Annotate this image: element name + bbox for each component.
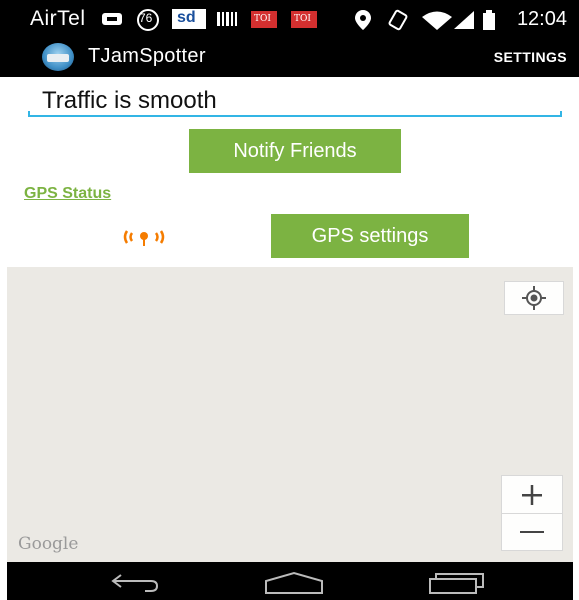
- back-icon[interactable]: [107, 571, 163, 593]
- toi-icon-1: TOI: [251, 11, 277, 28]
- battery-icon: [483, 10, 495, 30]
- gps-status-link[interactable]: GPS Status: [24, 185, 111, 203]
- map-view[interactable]: Google: [7, 267, 573, 562]
- zoom-in-button[interactable]: [501, 475, 563, 513]
- minus-icon: [520, 531, 544, 533]
- barcode-icon: [217, 12, 237, 26]
- toi-icon-2: TOI: [291, 11, 317, 28]
- gps-settings-button[interactable]: GPS settings: [271, 214, 469, 258]
- toi-label: TOI: [254, 14, 271, 24]
- toi-label: TOI: [294, 14, 311, 24]
- my-location-button[interactable]: [504, 281, 564, 315]
- my-location-icon: [522, 286, 546, 310]
- action-bar: TJamSpotter SETTINGS: [0, 37, 579, 77]
- carrier-label: AirTel: [30, 7, 86, 30]
- sd-label: sd: [177, 9, 196, 26]
- recents-icon[interactable]: [427, 571, 487, 595]
- sd-card-icon: sd: [172, 9, 206, 29]
- location-pin-icon: [355, 10, 371, 30]
- navigation-bar: [7, 562, 573, 600]
- app-title: TJamSpotter: [88, 45, 206, 67]
- status-bar: AirTel 76 sd TOI TOI 12:04: [0, 0, 579, 37]
- input-underline: [28, 111, 562, 117]
- status-time: 12:04: [516, 8, 567, 30]
- signal-icon: [454, 11, 474, 29]
- zoom-out-button[interactable]: [501, 513, 563, 551]
- wifi-icon: [422, 11, 452, 30]
- badge-number: 76: [139, 11, 153, 25]
- message-icon: [102, 13, 122, 25]
- app-logo-icon[interactable]: [42, 43, 74, 71]
- google-attribution: Google: [18, 534, 79, 554]
- traffic-status-input[interactable]: [28, 83, 562, 119]
- home-icon[interactable]: [263, 571, 325, 595]
- settings-button[interactable]: SETTINGS: [494, 49, 567, 65]
- rotate-icon: [388, 9, 408, 31]
- notify-friends-button[interactable]: Notify Friends: [189, 129, 401, 173]
- main-content: Notify Friends GPS Status GPS settings: [0, 77, 579, 267]
- plus-icon: [522, 484, 542, 505]
- gps-signal-icon: [123, 230, 165, 246]
